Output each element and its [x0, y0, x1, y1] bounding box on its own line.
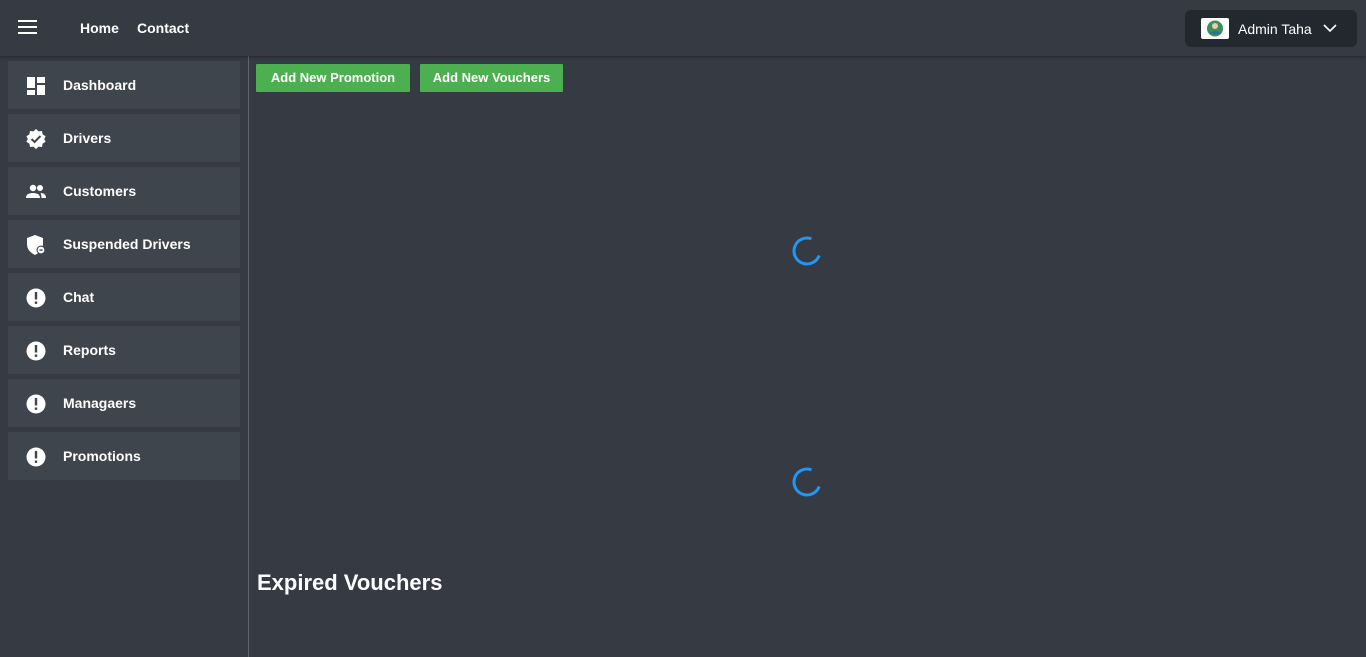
main-content: Add New Promotion Add New Vouchers Expir…: [249, 56, 1366, 657]
loading-spinner: [792, 467, 821, 497]
dashboard-icon: [27, 77, 45, 95]
user-menu[interactable]: Admin Taha: [1185, 10, 1357, 47]
sidebar-item-label: Drivers: [63, 130, 112, 146]
sidebar-item-reports[interactable]: Reports: [8, 326, 240, 374]
expired-vouchers-heading: Expired Vouchers: [257, 570, 443, 595]
add-new-vouchers-button[interactable]: Add New Vouchers: [420, 64, 563, 92]
sidebar-item-dashboard[interactable]: Dashboard: [8, 61, 240, 109]
sidebar-item-managers[interactable]: Managaers: [8, 379, 240, 427]
alert-circle-icon: [26, 288, 46, 308]
shield-lock-icon: [27, 235, 46, 255]
sidebar-item-label: Managaers: [63, 395, 137, 411]
alert-circle-icon: [26, 341, 46, 361]
user-name: Admin Taha: [1238, 21, 1312, 37]
nav-home-link[interactable]: Home: [80, 20, 119, 36]
sidebar-item-drivers[interactable]: Drivers: [8, 114, 240, 162]
alert-circle-icon: [26, 394, 46, 414]
sidebar-item-label: Customers: [63, 183, 137, 199]
people-icon: [26, 184, 46, 198]
sidebar-item-promotions[interactable]: Promotions: [8, 432, 240, 480]
sidebar-item-label: Suspended Drivers: [63, 236, 191, 252]
sidebar-item-label: Reports: [63, 342, 116, 358]
alert-circle-icon: [26, 447, 46, 467]
loading-spinner: [792, 236, 821, 266]
add-new-promotion-button[interactable]: Add New Promotion: [256, 64, 410, 92]
nav-contact-link[interactable]: Contact: [137, 20, 189, 36]
top-navbar: Home Contact Admin Taha: [0, 0, 1366, 56]
sidebar: Dashboard Drivers Customers Suspended Dr…: [0, 56, 249, 657]
sidebar-item-label: Chat: [63, 289, 95, 305]
chevron-down-icon: [1323, 24, 1337, 33]
sidebar-item-suspended-drivers[interactable]: Suspended Drivers: [8, 220, 240, 268]
sidebar-item-chat[interactable]: Chat: [8, 273, 240, 321]
user-avatar: [1201, 18, 1229, 39]
sidebar-item-customers[interactable]: Customers: [8, 167, 240, 215]
sidebar-item-label: Promotions: [63, 448, 141, 464]
verified-badge-icon: [26, 129, 46, 149]
sidebar-item-label: Dashboard: [63, 77, 137, 93]
hamburger-icon[interactable]: [18, 20, 38, 36]
